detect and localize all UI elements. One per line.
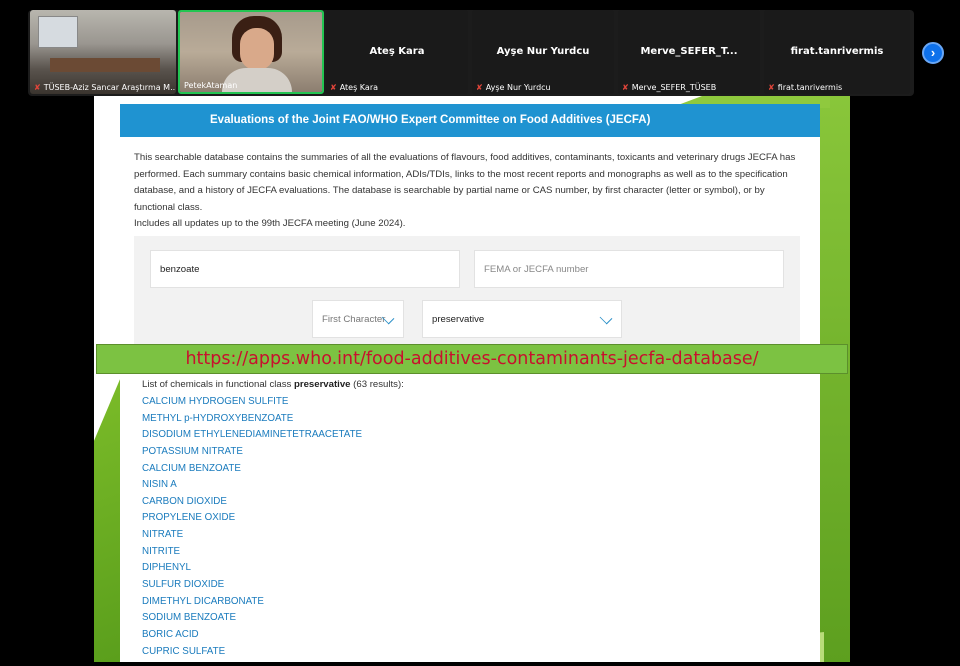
result-link[interactable]: METHYL p-HYDROXYBENZOATE	[142, 411, 362, 428]
results-heading: List of chemicals in functional class pr…	[142, 379, 404, 390]
page-title: Evaluations of the Joint FAO/WHO Expert …	[120, 104, 820, 137]
participant-tile-active-speaker[interactable]: PetekAtaman	[178, 10, 324, 94]
results-list: CALCIUM HYDROGEN SULFITE METHYL p-HYDROXY…	[142, 394, 362, 660]
result-link[interactable]: CALCIUM BENZOATE	[142, 461, 362, 478]
participant-display-name: Merve_SEFER_T...	[640, 46, 738, 57]
next-participants-button[interactable]: ›	[922, 42, 944, 64]
participant-tile[interactable]: ✘ TÜSEB-Aziz Sancar Araştırma M...	[30, 10, 176, 94]
participant-label: ✘ Ateş Kara	[330, 83, 379, 92]
participant-display-name: Ateş Kara	[369, 46, 425, 57]
result-link[interactable]: NITRITE	[142, 544, 362, 561]
participant-label: ✘ TÜSEB-Aziz Sancar Araştırma M...	[34, 83, 176, 92]
participant-label: ✘ Ayşe Nur Yurdcu	[476, 83, 551, 92]
number-search-input[interactable]: FEMA or JECFA number	[474, 250, 784, 288]
shared-screen: Evaluations of the Joint FAO/WHO Expert …	[94, 96, 850, 662]
mic-off-icon: ✘	[768, 83, 775, 92]
name-search-input[interactable]: benzoate	[150, 250, 460, 288]
result-link[interactable]: DIMETHYL DICARBONATE	[142, 594, 362, 611]
result-link[interactable]: PROPYLENE OXIDE	[142, 510, 362, 527]
first-character-select[interactable]: First Character	[312, 300, 404, 338]
result-link[interactable]: SODIUM BENZOATE	[142, 610, 362, 627]
participant-display-name: Ayşe Nur Yurdcu	[496, 46, 590, 57]
mic-off-icon: ✘	[34, 83, 41, 92]
participant-display-name: firat.tanrivermis	[790, 46, 884, 57]
result-link[interactable]: DIPHENYL	[142, 560, 362, 577]
participant-video	[30, 10, 176, 94]
participant-strip: ✘ TÜSEB-Aziz Sancar Araştırma M... PetekA…	[28, 10, 914, 96]
participant-label: ✘ firat.tanrivermis	[768, 83, 843, 92]
result-link[interactable]: SULFUR DIOXIDE	[142, 577, 362, 594]
result-link[interactable]: CUPRIC SULFATE	[142, 644, 362, 661]
result-link[interactable]: NITRATE	[142, 527, 362, 544]
result-link[interactable]: POTASSIUM NITRATE	[142, 444, 362, 461]
search-panel: benzoate FEMA or JECFA number First Char…	[134, 236, 800, 346]
result-link[interactable]: DISODIUM ETHYLENEDIAMINETETRAACETATE	[142, 427, 362, 444]
mic-off-icon: ✘	[330, 83, 337, 92]
updates-note: Includes all updates up to the 99th JECF…	[134, 218, 406, 229]
result-link[interactable]: CARBON DIOXIDE	[142, 494, 362, 511]
result-link[interactable]: BORIC ACID	[142, 627, 362, 644]
url-banner: https://apps.who.int/food-additives-cont…	[96, 344, 848, 374]
meeting-window: ✘ TÜSEB-Aziz Sancar Araştırma M... PetekA…	[0, 0, 960, 666]
participant-label: PetekAtaman	[184, 81, 238, 90]
participant-tile[interactable]: firat.tanrivermis ✘ firat.tanrivermis	[764, 10, 910, 94]
result-link[interactable]: NISIN A	[142, 477, 362, 494]
participant-tile[interactable]: Merve_SEFER_T... ✘ Merve_SEFER_TÜSEB	[618, 10, 760, 94]
participant-video	[180, 12, 322, 92]
participant-tile[interactable]: Ateş Kara ✘ Ateş Kara	[326, 10, 468, 94]
chevron-down-icon	[599, 311, 613, 325]
participant-tile[interactable]: Ayşe Nur Yurdcu ✘ Ayşe Nur Yurdcu	[472, 10, 614, 94]
mic-off-icon: ✘	[622, 83, 629, 92]
participant-label: ✘ Merve_SEFER_TÜSEB	[622, 83, 717, 92]
result-link[interactable]: CALCIUM HYDROGEN SULFITE	[142, 394, 362, 411]
mic-off-icon: ✘	[476, 83, 483, 92]
functional-class-select[interactable]: preservative	[422, 300, 622, 338]
intro-text: This searchable database contains the su…	[134, 152, 796, 213]
